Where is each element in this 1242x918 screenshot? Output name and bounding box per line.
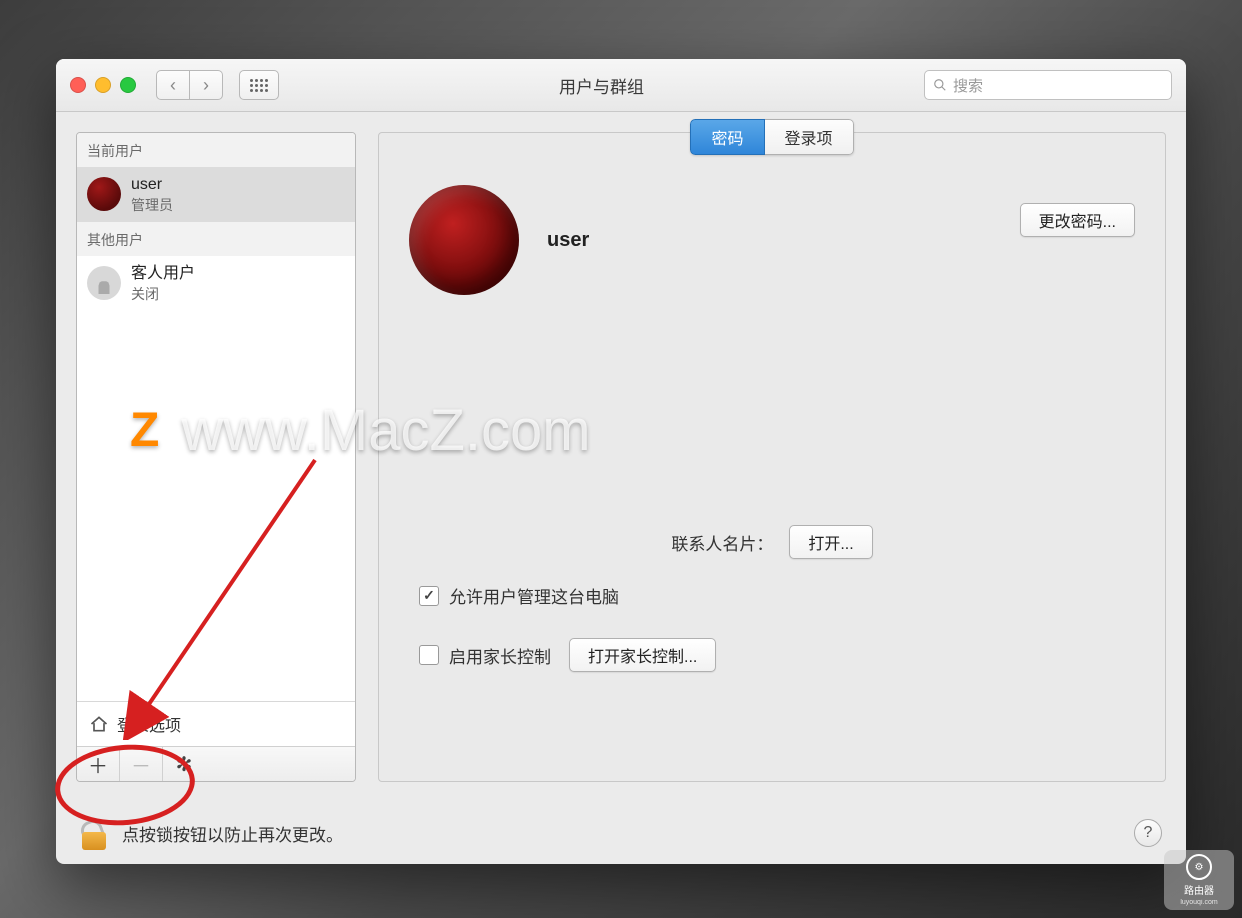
- guest-avatar-icon: [87, 266, 121, 300]
- open-parental-button[interactable]: 打开家长控制...: [569, 638, 716, 672]
- change-password-button[interactable]: 更改密码...: [1020, 203, 1135, 237]
- corner-sub: luyouqi.com: [1180, 899, 1217, 906]
- other-users-header: 其他用户: [77, 222, 355, 256]
- gear-icon: ✻: [176, 752, 193, 777]
- zoom-icon[interactable]: [120, 77, 136, 93]
- corner-label: 路由器: [1184, 882, 1214, 897]
- router-icon: ⚙: [1186, 854, 1212, 880]
- sidebar-item-guest-user[interactable]: 客人用户 关闭: [77, 256, 355, 311]
- back-button[interactable]: ‹: [156, 70, 190, 100]
- grid-icon: [250, 79, 268, 92]
- titlebar: ‹ › 用户与群组 搜索: [56, 59, 1186, 112]
- minimize-icon[interactable]: [95, 77, 111, 93]
- close-icon[interactable]: [70, 77, 86, 93]
- parental-label: 启用家长控制: [449, 643, 551, 668]
- traffic-lights: [70, 77, 136, 93]
- user-name: user: [131, 175, 173, 196]
- chevron-right-icon: ›: [203, 75, 209, 96]
- minus-icon: －: [131, 750, 151, 779]
- user-info: 客人用户 关闭: [131, 264, 195, 303]
- remove-user-button[interactable]: －: [120, 747, 163, 781]
- corner-watermark: ⚙ 路由器 luyouqi.com: [1164, 850, 1234, 910]
- chevron-left-icon: ‹: [170, 75, 176, 96]
- sidebar: 当前用户 user 管理员 其他用户 客人用户 关闭: [76, 132, 356, 782]
- lock-help-text: 点按锁按钮以防止再次更改。: [122, 821, 343, 846]
- search-placeholder: 搜索: [953, 75, 983, 96]
- help-button[interactable]: ?: [1134, 819, 1162, 847]
- search-input[interactable]: 搜索: [924, 70, 1172, 100]
- tabs: 密码 登录项: [379, 119, 1165, 155]
- question-icon: ?: [1144, 824, 1153, 842]
- search-icon: [933, 78, 947, 92]
- contact-card-row: 联系人名片： 打开...: [379, 525, 1165, 559]
- actions-button[interactable]: ✻: [163, 747, 205, 781]
- forward-button[interactable]: ›: [190, 70, 223, 100]
- add-user-button[interactable]: ＋: [77, 747, 120, 781]
- avatar-icon: [87, 177, 121, 211]
- main-panel: 密码 登录项 user 更改密码... 联系人名片： 打开... 允许用户管理这…: [378, 132, 1166, 782]
- guest-name: 客人用户: [131, 264, 195, 285]
- profile-name: user: [547, 229, 589, 252]
- allow-admin-checkbox[interactable]: [419, 586, 439, 606]
- nav-buttons: ‹ ›: [156, 70, 223, 100]
- user-role: 管理员: [131, 196, 173, 214]
- login-options-button[interactable]: 登录选项: [77, 701, 355, 746]
- allow-admin-row: 允许用户管理这台电脑: [379, 577, 1165, 614]
- allow-admin-label: 允许用户管理这台电脑: [449, 583, 619, 608]
- plus-icon: ＋: [88, 750, 108, 779]
- preferences-window: ‹ › 用户与群组 搜索 当前用户 user 管理员: [56, 59, 1186, 864]
- current-user-header: 当前用户: [77, 133, 355, 167]
- sidebar-item-current-user[interactable]: user 管理员: [77, 167, 355, 222]
- footer: 点按锁按钮以防止再次更改。 ?: [56, 802, 1186, 864]
- avatar[interactable]: [409, 185, 519, 295]
- open-contact-button[interactable]: 打开...: [789, 525, 872, 559]
- guest-status: 关闭: [131, 285, 195, 303]
- parental-row: 启用家长控制 打开家长控制...: [379, 632, 1165, 678]
- tab-password[interactable]: 密码: [690, 119, 764, 155]
- home-icon: [89, 714, 109, 734]
- show-all-button[interactable]: [239, 70, 279, 100]
- login-options-label: 登录选项: [117, 712, 181, 736]
- profile-section: user 更改密码...: [379, 155, 1165, 305]
- contact-card-label: 联系人名片：: [671, 530, 773, 555]
- window-title: 用户与群组: [289, 73, 914, 98]
- lock-body-icon: [82, 832, 106, 850]
- tab-login-items[interactable]: 登录项: [765, 119, 854, 155]
- sidebar-toolbar: ＋ － ✻: [77, 746, 355, 781]
- lock-button[interactable]: [80, 816, 108, 850]
- parental-checkbox[interactable]: [419, 645, 439, 665]
- window-body: 当前用户 user 管理员 其他用户 客人用户 关闭: [56, 112, 1186, 802]
- user-info: user 管理员: [131, 175, 173, 214]
